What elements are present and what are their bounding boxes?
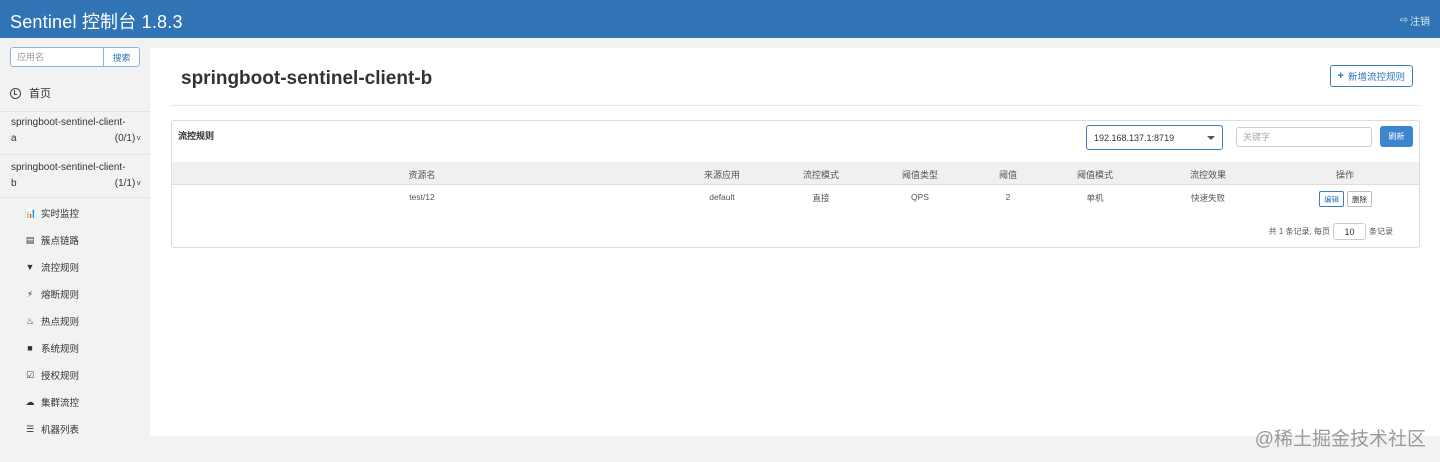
lock-icon: ■ bbox=[27, 343, 33, 353]
keyword-search-input[interactable] bbox=[1236, 127, 1372, 147]
pager-suffix: 条记录 bbox=[1369, 227, 1393, 236]
sidebar-item-label: 熔断规则 bbox=[41, 290, 80, 301]
logout-label: 注销 bbox=[1410, 17, 1430, 28]
sidebar-item-degrade-rules[interactable]: ⚡ 熔断规则 bbox=[25, 287, 80, 302]
chevron-down-icon: ˅ bbox=[136, 134, 141, 143]
sidebar-app-client-a[interactable]: springboot-sentinel-client- a (0/1)˅ bbox=[11, 115, 141, 147]
column-header: 流控效果 bbox=[1189, 170, 1227, 180]
machine-select[interactable]: 192.168.137.1:8719 bbox=[1086, 125, 1223, 150]
caret-down-icon bbox=[1207, 135, 1215, 140]
app-search-input[interactable] bbox=[10, 47, 104, 67]
delete-rule-button[interactable]: 删除 bbox=[1347, 191, 1372, 207]
sidebar-item-hotspot-rules[interactable]: ♨ 热点规则 bbox=[25, 314, 80, 329]
table-header: 资源名 来源应用 流控模式 阈值类型 阈值 阈值模式 流控效果 操作 bbox=[172, 162, 1419, 185]
sidebar-item-realtime-monitor[interactable]: 📊 实时监控 bbox=[25, 206, 80, 221]
column-header: 流控模式 bbox=[802, 170, 840, 180]
logout-link[interactable]: ⇨ 注销 bbox=[1400, 13, 1430, 28]
sidebar-item-system-rules[interactable]: ■ 系统规则 bbox=[25, 341, 79, 355]
app-machine-count: (0/1) bbox=[114, 133, 136, 144]
sidebar-item-label: 授权规则 bbox=[41, 371, 80, 382]
cell-grade: QPS bbox=[911, 192, 929, 202]
cloud-icon: ☁ bbox=[25, 396, 35, 407]
sidebar-item-label: 流控规则 bbox=[41, 263, 80, 274]
pagination: 共 1 条记录, 每页 10 条记录 bbox=[1269, 223, 1393, 240]
app-brand[interactable]: Sentinel 控制台 1.8.3 bbox=[10, 8, 183, 34]
app-machine-count: (1/1) bbox=[114, 178, 136, 189]
fire-icon: ♨ bbox=[25, 315, 35, 326]
sidebar-item-cluster-point[interactable]: ▤ 簇点链路 bbox=[25, 233, 80, 248]
main-content: springboot-sentinel-client-b + 新增流控规则 流控… bbox=[150, 48, 1440, 436]
cell-cluster-mode: 单机 bbox=[1086, 193, 1104, 203]
machine-select-value: 192.168.137.1:8719 bbox=[1094, 132, 1175, 143]
cell-strategy: 直接 bbox=[812, 193, 830, 203]
column-header: 阈值类型 bbox=[901, 170, 939, 180]
refresh-button[interactable]: 刷新 bbox=[1380, 126, 1413, 147]
sidebar-item-label: 簇点链路 bbox=[41, 236, 80, 247]
column-header: 操作 bbox=[1335, 170, 1355, 180]
page-size-input[interactable]: 10 bbox=[1333, 223, 1366, 240]
flash-icon: ⚡ bbox=[26, 288, 34, 299]
sidebar-item-label: 集群流控 bbox=[41, 398, 80, 409]
app-name-suffix: a bbox=[11, 133, 17, 144]
sidebar-item-home[interactable]: 首页 bbox=[10, 85, 51, 101]
sidebar-item-authority-rules[interactable]: ☑ 授权规则 bbox=[25, 368, 80, 383]
sidebar-item-label: 实时监控 bbox=[41, 209, 80, 220]
sidebar-item-cluster-flow[interactable]: ☁ 集群流控 bbox=[25, 395, 80, 410]
column-header: 资源名 bbox=[408, 170, 436, 180]
column-header: 阈值 bbox=[998, 170, 1018, 180]
divider bbox=[0, 154, 150, 155]
panel-title: 流控规则 bbox=[178, 131, 215, 141]
pager-prefix: 共 1 条记录, 每页 bbox=[1268, 227, 1330, 236]
cell-count: 2 bbox=[1005, 192, 1011, 202]
sidebar-item-label: 系统规则 bbox=[41, 344, 80, 355]
divider bbox=[0, 197, 150, 198]
chevron-down-icon: ˅ bbox=[136, 179, 141, 188]
edit-rule-button[interactable]: 编辑 bbox=[1319, 191, 1344, 207]
list-icon: ▤ bbox=[25, 234, 35, 245]
add-flow-rule-button[interactable]: + 新增流控规则 bbox=[1329, 65, 1413, 87]
clock-icon bbox=[10, 87, 21, 99]
app-search: 搜索 bbox=[10, 47, 140, 67]
app-name: springboot-sentinel-client- bbox=[11, 162, 126, 173]
sidebar-item-label: 机器列表 bbox=[41, 425, 80, 436]
app-name: springboot-sentinel-client- bbox=[11, 117, 126, 128]
th-list-icon: ☰ bbox=[25, 423, 35, 434]
sidebar: 搜索 首页 springboot-sentinel-client- a (0/1… bbox=[0, 38, 150, 462]
sidebar-app-client-b[interactable]: springboot-sentinel-client- b (1/1)˅ bbox=[11, 160, 141, 192]
cell-resource: test/12 bbox=[409, 192, 435, 202]
sidebar-item-label: 首页 bbox=[29, 88, 51, 100]
column-header: 来源应用 bbox=[703, 170, 741, 180]
add-flow-rule-label: 新增流控规则 bbox=[1347, 72, 1405, 83]
flow-rules-panel: 流控规则 192.168.137.1:8719 刷新 资源名 来源应用 流控模式… bbox=[171, 120, 1420, 248]
sidebar-item-machine-list[interactable]: ☰ 机器列表 bbox=[25, 422, 80, 437]
app-search-button[interactable]: 搜索 bbox=[104, 47, 140, 67]
app-name-suffix: b bbox=[11, 178, 17, 189]
divider bbox=[0, 111, 150, 112]
bar-chart-icon: 📊 bbox=[25, 207, 37, 218]
plus-icon: + bbox=[1337, 70, 1344, 82]
column-header: 阈值模式 bbox=[1076, 170, 1114, 180]
cell-limit-app: default bbox=[709, 192, 735, 202]
divider bbox=[171, 105, 1419, 106]
sidebar-item-flow-rules[interactable]: ▼ 流控规则 bbox=[25, 260, 79, 274]
cell-behavior: 快速失败 bbox=[1190, 193, 1226, 203]
page-title: springboot-sentinel-client-b bbox=[181, 68, 433, 89]
check-square-icon: ☑ bbox=[25, 369, 35, 380]
watermark: @稀土掘金技术社区 bbox=[1254, 429, 1426, 450]
sidebar-item-label: 热点规则 bbox=[41, 317, 80, 328]
table-row: test/12 default 直接 QPS 2 单机 快速失败 编辑 删除 bbox=[172, 185, 1419, 213]
filter-icon: ▼ bbox=[25, 262, 35, 272]
top-navbar: Sentinel 控制台 1.8.3 ⇨ 注销 bbox=[0, 0, 1440, 38]
sign-out-icon: ⇨ bbox=[1399, 15, 1408, 26]
